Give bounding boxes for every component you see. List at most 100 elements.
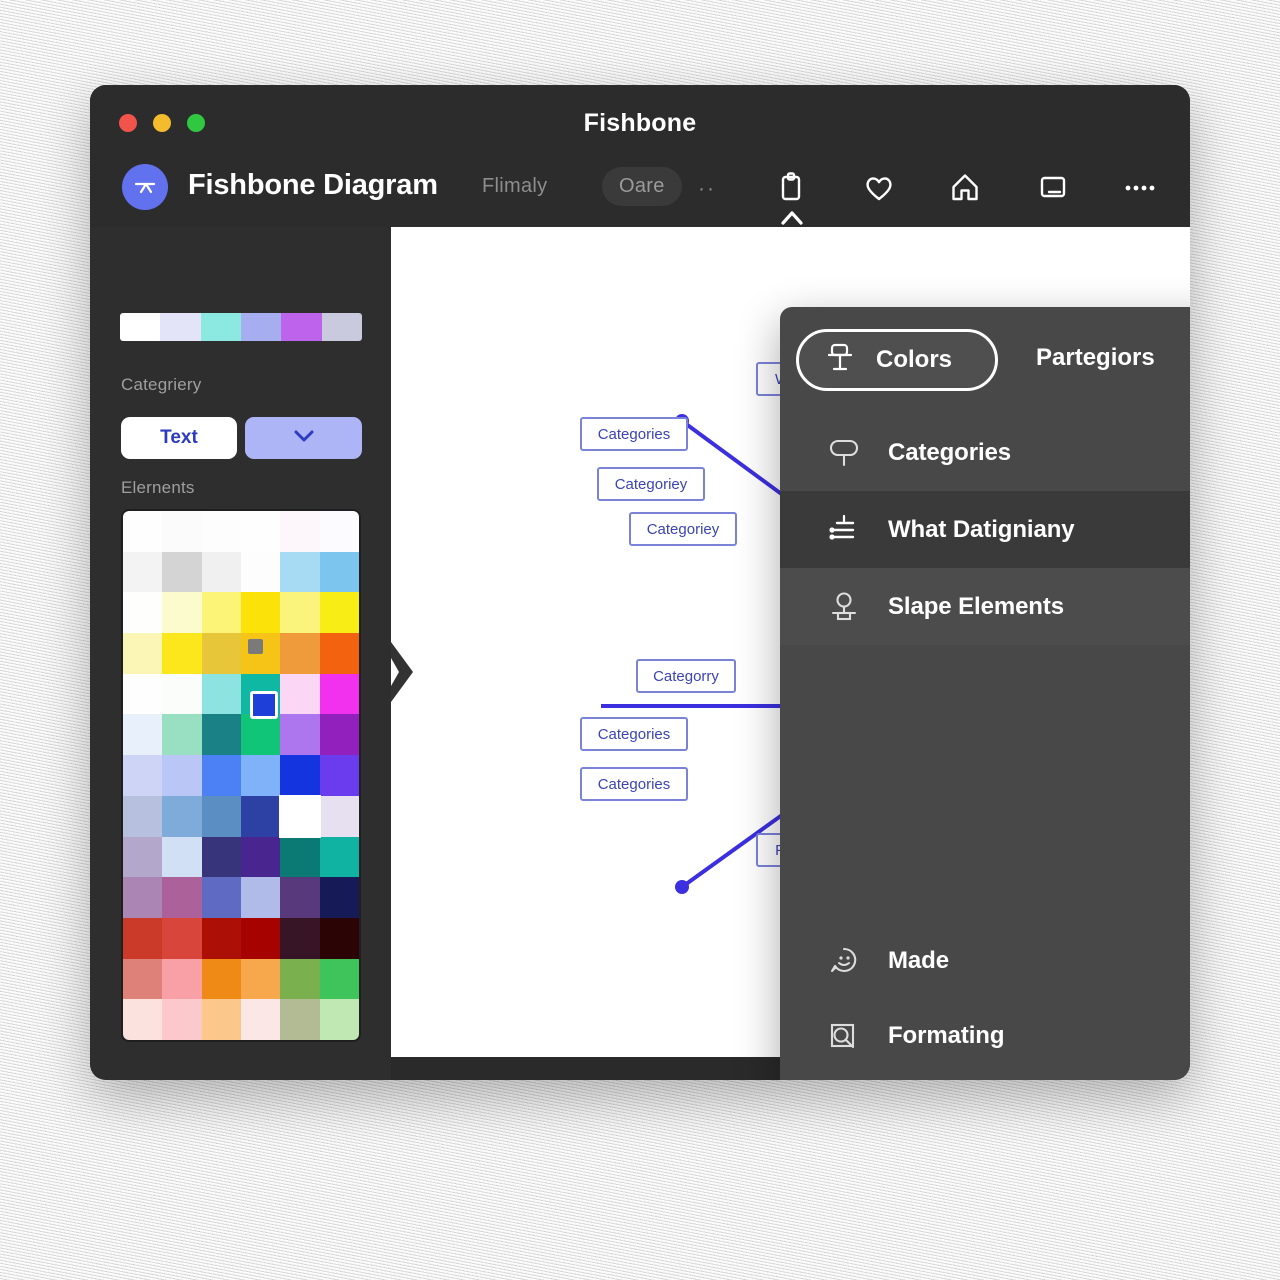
color-swatch[interactable]: [162, 511, 202, 552]
color-swatch[interactable]: [201, 795, 241, 837]
diagram-node-box[interactable]: Categoriey: [597, 467, 705, 501]
palette-strip-swatch[interactable]: [281, 313, 322, 341]
color-swatch[interactable]: [319, 999, 359, 1040]
palette-strip-swatch[interactable]: [160, 313, 201, 341]
clipboard-icon[interactable]: [772, 169, 810, 207]
menu-item-categories[interactable]: Categories: [780, 414, 1190, 491]
color-swatch[interactable]: [123, 836, 163, 878]
color-swatch[interactable]: [319, 551, 359, 593]
category-dropdown[interactable]: [245, 417, 362, 459]
color-swatch[interactable]: [280, 917, 320, 959]
color-swatch[interactable]: [319, 511, 359, 552]
color-swatch[interactable]: [123, 999, 163, 1040]
color-swatch[interactable]: [280, 958, 320, 1000]
palette-strip-swatch[interactable]: [120, 313, 161, 341]
color-swatch[interactable]: [319, 795, 359, 837]
swatch-selected-cursor[interactable]: [250, 691, 278, 719]
more-options-icon[interactable]: [1122, 169, 1160, 207]
document-title[interactable]: Fishbone Diagram: [188, 169, 438, 202]
color-swatch[interactable]: [240, 592, 281, 634]
color-swatch[interactable]: [240, 714, 281, 756]
color-swatch[interactable]: [240, 511, 281, 552]
color-swatch[interactable]: [319, 714, 359, 756]
menu-header-partegiors[interactable]: Partegiors: [1036, 344, 1155, 372]
color-swatch[interactable]: [123, 795, 163, 837]
color-swatch[interactable]: [201, 673, 241, 715]
palette-strip-swatch[interactable]: [321, 313, 362, 341]
color-swatch[interactable]: [280, 551, 320, 593]
color-swatch[interactable]: [280, 633, 320, 674]
palette-strip-swatch[interactable]: [200, 313, 241, 341]
color-swatch[interactable]: [162, 958, 202, 1000]
color-swatch[interactable]: [201, 958, 241, 1000]
color-swatch[interactable]: [162, 633, 202, 674]
color-swatch[interactable]: [123, 714, 163, 756]
color-swatch[interactable]: [240, 551, 281, 593]
color-swatch[interactable]: [123, 551, 163, 593]
color-swatch[interactable]: [162, 917, 202, 959]
color-swatch[interactable]: [201, 755, 241, 796]
color-swatch[interactable]: [162, 714, 202, 756]
swatch-drag-handle[interactable]: [248, 639, 263, 654]
toolbar-tab-flimaly[interactable]: Flimaly: [482, 175, 547, 198]
palette-strip[interactable]: [120, 313, 362, 341]
color-swatch[interactable]: [201, 714, 241, 756]
color-swatch[interactable]: [280, 999, 320, 1040]
color-swatch[interactable]: [319, 836, 359, 878]
color-swatch[interactable]: [319, 592, 359, 634]
home-icon[interactable]: [946, 169, 984, 207]
color-swatch[interactable]: [162, 836, 202, 878]
color-swatch[interactable]: [319, 877, 359, 918]
color-swatch[interactable]: [162, 877, 202, 918]
palette-strip-swatch[interactable]: [240, 313, 282, 341]
color-swatch[interactable]: [201, 877, 241, 918]
color-swatch[interactable]: [162, 592, 202, 634]
heart-icon[interactable]: [860, 169, 898, 207]
menu-item-slape-elements[interactable]: Slape Elements: [780, 568, 1190, 645]
color-swatch[interactable]: [319, 673, 359, 715]
color-swatch[interactable]: [162, 673, 202, 715]
color-swatch[interactable]: [280, 836, 320, 878]
diagram-node-box[interactable]: Categoriey: [629, 512, 737, 546]
menu-pill-colors[interactable]: Colors: [796, 329, 998, 391]
color-swatch[interactable]: [123, 958, 163, 1000]
color-swatch[interactable]: [280, 714, 320, 756]
color-swatch[interactable]: [240, 999, 281, 1040]
color-swatch[interactable]: [162, 795, 202, 837]
color-swatch-grid[interactable]: [121, 509, 361, 1042]
color-swatch[interactable]: [240, 917, 281, 959]
text-input-chip[interactable]: Text: [121, 417, 237, 459]
menu-item-formating[interactable]: Formating: [780, 997, 1190, 1074]
color-swatch[interactable]: [280, 877, 320, 918]
color-swatch[interactable]: [319, 755, 359, 796]
color-swatch[interactable]: [280, 592, 320, 634]
diagram-node-box[interactable]: Categories: [580, 417, 688, 451]
color-swatch[interactable]: [240, 836, 281, 878]
color-swatch[interactable]: [201, 511, 241, 552]
color-swatch[interactable]: [123, 633, 163, 674]
color-swatch[interactable]: [123, 592, 163, 634]
color-swatch[interactable]: [240, 755, 281, 796]
color-swatch[interactable]: [201, 633, 241, 674]
menu-item-made[interactable]: Made: [780, 922, 1190, 999]
color-swatch[interactable]: [201, 592, 241, 634]
toolbar-tab-oare[interactable]: Oare: [602, 167, 682, 206]
color-swatch[interactable]: [240, 958, 281, 1000]
color-swatch[interactable]: [123, 511, 163, 552]
color-swatch[interactable]: [201, 999, 241, 1040]
color-swatch[interactable]: [279, 794, 321, 838]
color-swatch[interactable]: [319, 958, 359, 1000]
color-swatch[interactable]: [162, 755, 202, 796]
color-swatch[interactable]: [240, 795, 281, 837]
color-swatch[interactable]: [201, 836, 241, 878]
diagram-node-box[interactable]: Categories: [580, 717, 688, 751]
diagram-node-box[interactable]: Categories: [580, 767, 688, 801]
color-swatch[interactable]: [123, 673, 163, 715]
color-swatch[interactable]: [280, 673, 320, 715]
diagram-node-box[interactable]: Categorry: [636, 659, 736, 693]
color-swatch[interactable]: [162, 999, 202, 1040]
menu-item-what-datigniany[interactable]: What Datigniany: [780, 491, 1190, 568]
color-swatch[interactable]: [319, 917, 359, 959]
color-swatch[interactable]: [280, 511, 320, 552]
color-swatch[interactable]: [280, 755, 320, 796]
